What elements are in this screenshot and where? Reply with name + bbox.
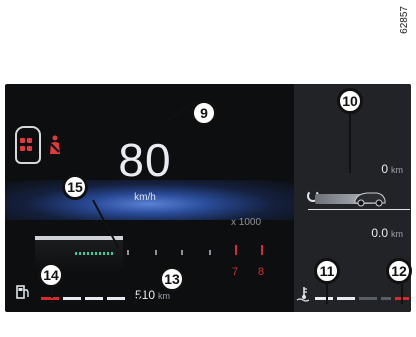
fuel-level-gauge — [41, 297, 129, 300]
seat-indicator — [20, 146, 25, 151]
fuel-segment — [85, 297, 103, 300]
coolant-segment — [337, 297, 355, 300]
coolant-segment — [381, 297, 391, 300]
trip-distance-top: 0 km — [381, 162, 403, 176]
rpm-tick — [127, 250, 129, 255]
seat-indicator — [27, 138, 32, 143]
callout-11: 11 — [314, 258, 340, 284]
callout-13: 13 — [159, 266, 185, 292]
seat-indicator — [27, 146, 32, 151]
rpm-label-7: 7 — [232, 266, 239, 278]
fuel-segment — [63, 297, 81, 300]
rpm-eco-zone — [75, 252, 115, 255]
speed-value: 80 — [118, 134, 172, 186]
rpm-tick — [209, 250, 211, 255]
coolant-temperature-icon — [296, 287, 310, 302]
callout-10: 10 — [337, 88, 363, 114]
callout-leader — [401, 284, 403, 304]
callout-leader — [349, 111, 351, 173]
rpm-tick — [155, 250, 157, 255]
speed-unit: km/h — [134, 192, 156, 203]
fuel-reserve-segment — [41, 297, 59, 300]
coolant-segment — [359, 297, 377, 300]
trip-distance-bottom: 0.0 km — [371, 226, 403, 240]
callout-leader — [326, 284, 328, 304]
figure-reference: 62857 — [399, 6, 410, 34]
car-top-view-icon — [15, 126, 41, 164]
fuel-range-unit: km — [158, 291, 171, 301]
fuel-pump-icon — [16, 285, 29, 299]
seatbelt-warning-icon — [50, 135, 60, 154]
rpm-label-8: 8 — [258, 266, 265, 278]
panel-divider — [308, 209, 410, 210]
trip-bottom-value: 0.0 — [371, 226, 388, 240]
coolant-segment — [315, 297, 333, 300]
seat-indicator — [20, 138, 25, 143]
rpm-tick — [181, 250, 183, 255]
callout-12: 12 — [386, 258, 412, 284]
car-side-view-icon — [354, 192, 386, 207]
trip-bottom-unit: km — [391, 229, 403, 239]
callout-9: 9 — [191, 100, 217, 126]
coolant-temperature-gauge — [315, 297, 411, 300]
trip-top-value: 0 — [381, 162, 388, 176]
fuel-segment — [107, 297, 125, 300]
callout-14: 14 — [38, 262, 64, 288]
callout-15: 15 — [62, 174, 88, 200]
trip-top-unit: km — [391, 165, 403, 175]
rpm-multiplier: x 1000 — [231, 217, 262, 228]
rpm-redline-tick — [261, 245, 263, 255]
rpm-redline-tick — [235, 245, 237, 255]
